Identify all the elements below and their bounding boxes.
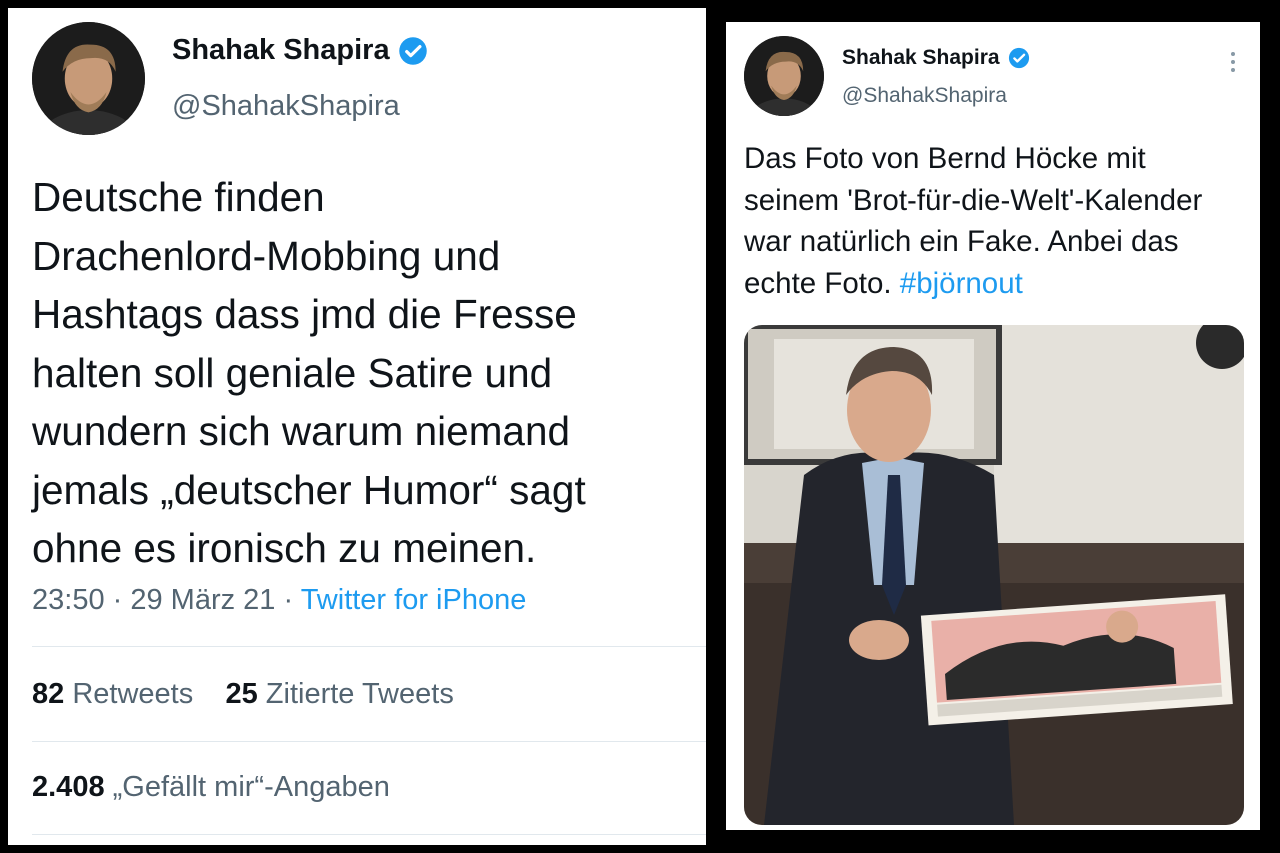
meta-separator: · bbox=[104, 584, 131, 616]
tweet-text: Das Foto von Bernd Höcke mit seinem 'Bro… bbox=[744, 138, 1254, 304]
tweet-source-link[interactable]: Twitter for iPhone bbox=[301, 584, 527, 616]
tweet-card-right: Shahak Shapira @ShahakShapira Das Foto v… bbox=[726, 22, 1260, 830]
divider bbox=[32, 646, 706, 647]
tweet-text-line-last: echte Foto. #björnout bbox=[744, 263, 1254, 305]
tweet-text-line: halten soll geniale Satire und bbox=[32, 349, 553, 396]
likes-count: 2.408 bbox=[32, 771, 105, 803]
tweet-text-line: Deutsche finden bbox=[32, 174, 325, 220]
person-avatar-icon bbox=[32, 22, 145, 135]
tweet-time[interactable]: 23:50 bbox=[32, 584, 105, 616]
quotes-label: Zitierte Tweets bbox=[265, 678, 454, 710]
tweet-meta: 23:50 · 29 März 21 · Twitter for iPhone bbox=[32, 584, 526, 617]
author-avatar[interactable] bbox=[744, 36, 824, 116]
photo-image bbox=[744, 325, 1244, 825]
tweet-text-line: seinem 'Brot-für-die-Welt'-Kalender bbox=[744, 183, 1203, 217]
engagement-stats-row: 82 Retweets 25 Zitierte Tweets bbox=[32, 678, 454, 711]
meta-separator: · bbox=[275, 584, 301, 616]
author-handle[interactable]: @ShahakShapira bbox=[172, 90, 400, 123]
tweet-text-line: jemals „deutscher Humor“ sagt bbox=[32, 466, 586, 513]
tweet-text-line: Das Foto von Bernd Höcke mit bbox=[744, 142, 1146, 175]
divider bbox=[32, 834, 706, 835]
tweet-text-line: ohne es ironisch zu meinen. bbox=[32, 525, 537, 571]
verified-badge-icon bbox=[1008, 47, 1030, 69]
verified-badge-icon bbox=[398, 36, 428, 66]
hashtag-link[interactable]: #björnout bbox=[900, 267, 1023, 300]
quotes-stat[interactable]: 25 Zitierte Tweets bbox=[225, 678, 453, 710]
retweets-count: 82 bbox=[32, 678, 65, 710]
author-handle[interactable]: @ShahakShapira bbox=[842, 84, 1007, 108]
tweet-text-line: war natürlich ein Fake. Anbei das bbox=[744, 225, 1179, 258]
person-avatar-icon bbox=[744, 36, 824, 116]
tweet-text-line: Drachenlord-Mobbing und bbox=[32, 232, 501, 279]
likes-label: „Gefällt mir“-Angaben bbox=[112, 771, 390, 803]
tweet-card-left: Shahak Shapira @ShahakShapira Deutsche f… bbox=[8, 8, 706, 845]
tweet-date[interactable]: 29 März 21 bbox=[130, 584, 275, 616]
tweet-text-line: Hashtags dass jmd die Fresse bbox=[32, 291, 577, 337]
author-name[interactable]: Shahak Shapira bbox=[842, 46, 1000, 70]
retweets-stat[interactable]: 82 Retweets bbox=[32, 678, 193, 710]
tweet-text-fragment: echte Foto. bbox=[744, 266, 900, 300]
tweet-text-line: wundern sich warum niemand bbox=[32, 408, 571, 454]
author-name[interactable]: Shahak Shapira bbox=[172, 34, 390, 67]
tweet-text: Deutsche finden Drachenlord-Mobbing und … bbox=[32, 168, 692, 578]
more-vertical-icon[interactable] bbox=[1228, 50, 1238, 74]
likes-stat-row[interactable]: 2.408 „Gefällt mir“-Angaben bbox=[32, 771, 390, 804]
quotes-count: 25 bbox=[225, 678, 258, 710]
author-name-row: Shahak Shapira bbox=[172, 34, 428, 67]
author-name-row: Shahak Shapira bbox=[842, 46, 1030, 70]
tweet-media-photo[interactable] bbox=[744, 325, 1244, 825]
divider bbox=[32, 741, 706, 742]
author-avatar[interactable] bbox=[32, 22, 145, 135]
retweets-label: Retweets bbox=[72, 678, 194, 710]
